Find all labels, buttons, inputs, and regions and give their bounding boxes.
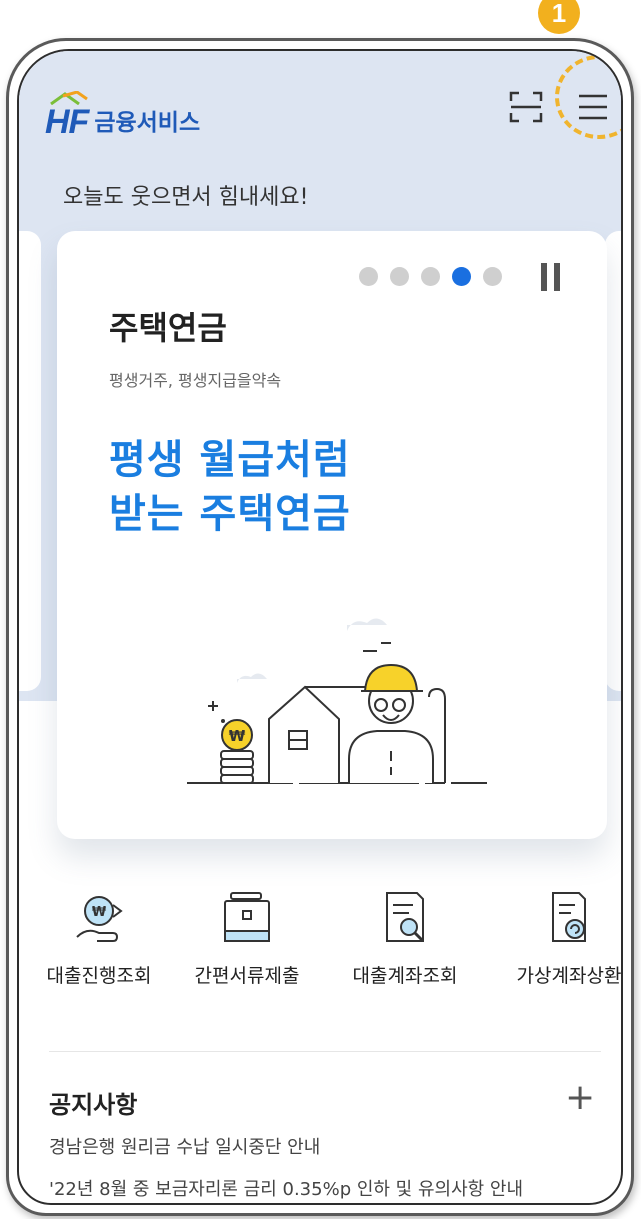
account-search-icon [386, 892, 425, 943]
carousel-dot[interactable] [359, 267, 378, 286]
banner-headline: 평생 월급처럼 받는 주택연금 [109, 433, 351, 541]
notice-item[interactable]: 경남은행 원리금 수납 일시중단 안내 [49, 1133, 320, 1159]
logo-mark: HF [45, 91, 89, 139]
hf-logo[interactable]: HF 금융서비스 [45, 79, 200, 139]
quick-item-loan-progress[interactable]: ₩ 대출진행조회 [19, 891, 179, 988]
house-pension-illustration: ₩ [187, 618, 487, 784]
svg-text:₩: ₩ [92, 905, 107, 920]
logo-text: 금융서비스 [94, 110, 201, 136]
quick-label: 가상계좌상환 [516, 965, 622, 987]
step-badge: 1 [538, 0, 580, 34]
notice-more-button[interactable]: + [565, 1077, 595, 1118]
greeting-text: 오늘도 웃으면서 힘내세요! [63, 185, 309, 210]
pause-button[interactable] [541, 263, 563, 291]
carousel-dot[interactable] [421, 267, 440, 286]
quick-label: 간편서류제출 [194, 965, 300, 987]
app-header: HF 금융서비스 [19, 51, 621, 171]
quick-label: 대출진행조회 [46, 965, 152, 987]
carousel-dot[interactable] [390, 267, 409, 286]
notice-section-title: 공지사항 [49, 1091, 138, 1119]
banner-card[interactable]: 주택연금 평생거주, 평생지급을약속 평생 월급처럼 받는 주택연금 ₩ [57, 231, 607, 839]
phone-frame: HF 금융서비스 오늘도 웃으면서 힘내세요! 주택연금 평생거주, 평생지급을… [6, 38, 634, 1216]
document-submit-icon [224, 892, 270, 942]
virtual-account-icon [552, 892, 586, 942]
banner-title: 주택연금 [109, 309, 227, 347]
carousel-dot[interactable] [483, 267, 502, 286]
section-divider [49, 1051, 601, 1052]
logo-roof-icon [50, 91, 88, 105]
headline-line-1: 평생 월급처럼 [109, 437, 351, 483]
headline-line-2: 받는 주택연금 [109, 491, 351, 537]
qr-scan-icon[interactable] [509, 91, 543, 123]
quick-item-virtual-account[interactable]: 가상계좌상환 [489, 891, 622, 988]
app-screen: HF 금융서비스 오늘도 웃으면서 힘내세요! 주택연금 평생거주, 평생지급을… [17, 49, 623, 1205]
quick-item-document-submit[interactable]: 간편서류제출 [167, 891, 327, 988]
banner-subtitle: 평생거주, 평생지급을약속 [109, 371, 282, 390]
quick-label: 대출계좌조회 [352, 965, 458, 987]
prev-banner-peek[interactable] [19, 231, 41, 691]
notice-item[interactable]: '22년 8월 중 보금자리론 금리 0.35%p 인하 및 유의사항 안내 [49, 1175, 523, 1201]
carousel-dot-active[interactable] [452, 267, 471, 286]
hamburger-menu-icon[interactable] [573, 89, 613, 125]
loan-progress-icon: ₩ [76, 896, 123, 942]
quick-item-account-search[interactable]: 대출계좌조회 [325, 891, 485, 988]
pause-icon [541, 263, 547, 291]
next-banner-peek[interactable] [605, 231, 621, 691]
quick-menu: ₩ 대출진행조회 간편서류제출 대출계좌조회 가상계좌상환 [19, 891, 621, 1011]
carousel-indicator [359, 267, 502, 286]
svg-text:₩: ₩ [229, 727, 246, 745]
